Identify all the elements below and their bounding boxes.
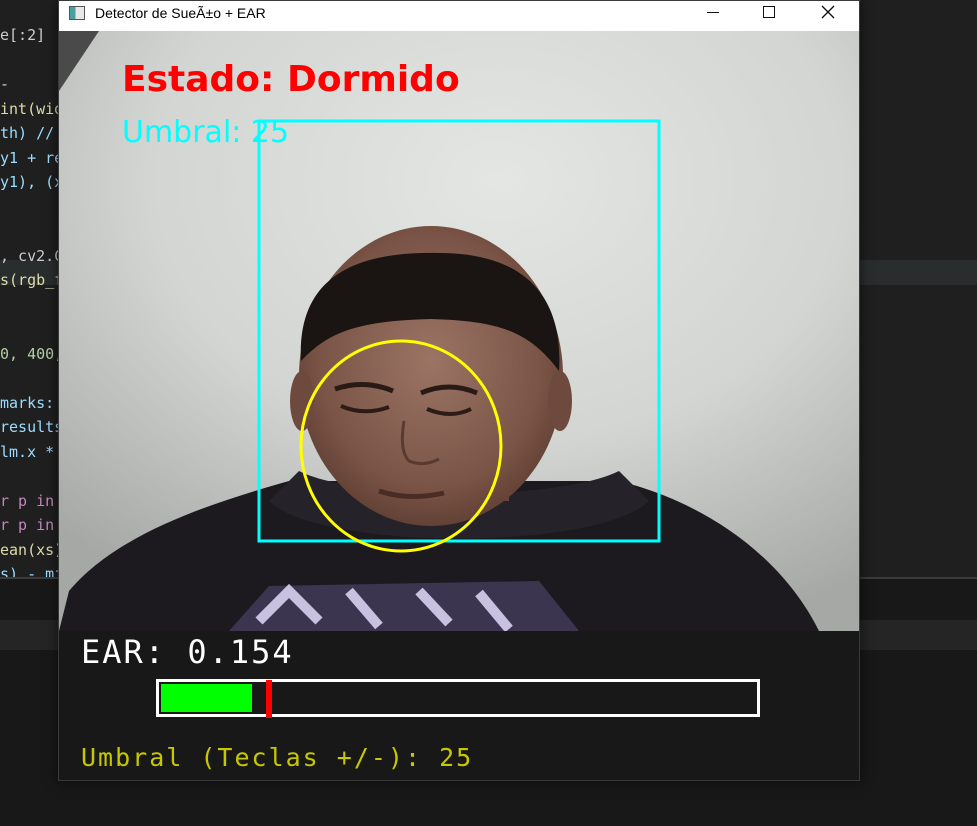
code-line: , cv2.C xyxy=(0,246,64,265)
ear-info-panel: EAR: 0.154 Umbral (Teclas +/-): 25 xyxy=(59,631,859,780)
right-ear xyxy=(548,371,572,431)
close-icon xyxy=(821,5,835,19)
detector-window[interactable]: Detector de SueÃ±o + EAR Estado: Dormido… xyxy=(58,0,860,781)
minimize-icon xyxy=(707,12,719,13)
code-line: s(rgb_f xyxy=(0,271,64,289)
ear-value-label: EAR: 0.154 xyxy=(81,633,294,671)
code-line: y1 + re xyxy=(0,148,64,167)
code-line: r p in xyxy=(0,491,55,510)
minimize-button[interactable] xyxy=(690,1,736,25)
close-button[interactable] xyxy=(805,1,851,25)
code-line: int(wid xyxy=(0,99,64,118)
window-titlebar[interactable]: Detector de SueÃ±o + EAR xyxy=(59,1,859,31)
ear-progress-bar xyxy=(156,679,760,718)
code-line: marks: xyxy=(0,393,55,412)
umbral-overlay-label: Umbral: 25 xyxy=(122,115,290,150)
code-line: r p in xyxy=(0,516,55,534)
code-line: e[:2] xyxy=(0,26,46,44)
umbral-keys-label: Umbral (Teclas +/-): 25 xyxy=(81,743,474,772)
app-window-icon xyxy=(69,6,85,20)
shirt-print xyxy=(229,581,579,631)
camera-feed: Estado: Dormido Umbral: 25 xyxy=(59,31,859,631)
code-line: th) // xyxy=(0,124,55,142)
code-line: ean(xs) xyxy=(0,540,64,559)
code-line: y1), (x xyxy=(0,173,64,191)
code-line: 0, 400, xyxy=(0,344,64,363)
code-line: lm.x * xyxy=(0,442,55,461)
code-line: - xyxy=(0,75,10,93)
ear-threshold-marker xyxy=(266,680,272,718)
estado-label: Estado: Dormido xyxy=(122,59,460,100)
window-title: Detector de SueÃ±o + EAR xyxy=(95,5,266,21)
maximize-icon xyxy=(763,6,775,18)
maximize-button[interactable] xyxy=(745,1,791,25)
code-line: results xyxy=(0,418,64,436)
ear-progress-fill xyxy=(161,684,252,712)
